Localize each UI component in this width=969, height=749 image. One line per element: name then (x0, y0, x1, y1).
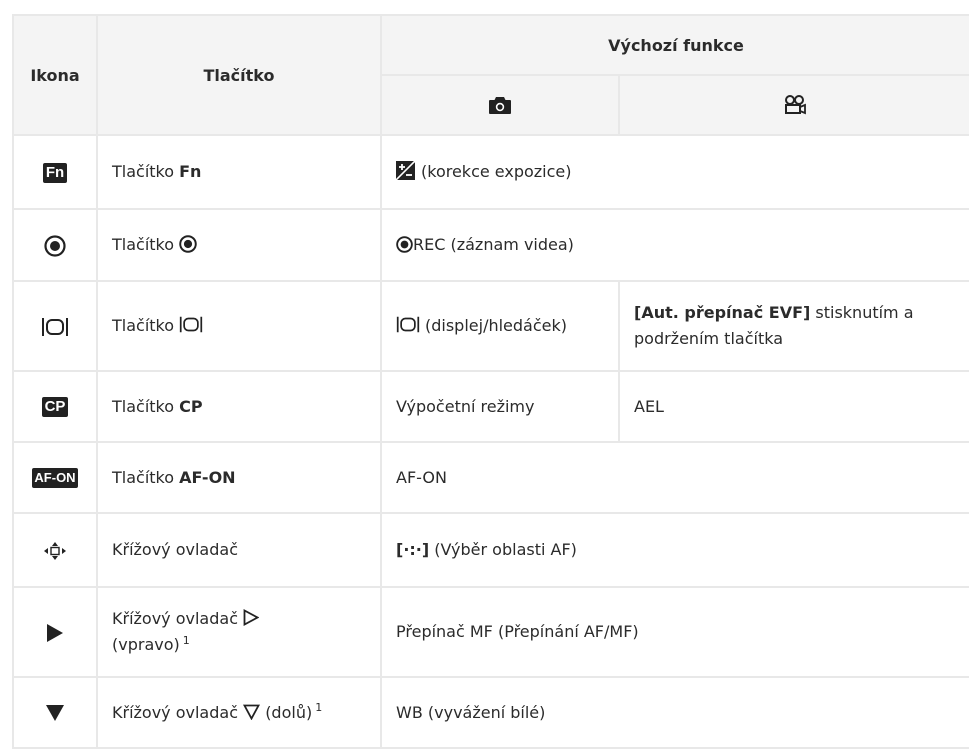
arrow-down-outline-icon (243, 704, 261, 720)
function-text-video-bold: [Aut. přepínač EVF] (634, 303, 811, 322)
button-label-bold: CP (179, 396, 203, 416)
record-icon (179, 235, 197, 253)
header-button: Tlačítko (96, 14, 382, 136)
camera-icon (489, 97, 511, 115)
function-text: (korekce expozice) (421, 162, 572, 181)
header-photo (380, 74, 620, 136)
button-function-table: Ikona Tlačítko Výchozí funkce Fn Tlačítk… (12, 14, 969, 749)
table-row: Tlačítko (displej/hledáček) [Aut. přepín… (12, 280, 969, 372)
function-text: (Výběr oblasti AF) (434, 540, 577, 559)
function-text: AF-ON (396, 467, 447, 487)
button-label: Křížový ovladač (112, 702, 238, 722)
header-video (617, 74, 969, 136)
function-text-photo: Výpočetní režimy (396, 396, 535, 416)
display-toggle-icon (396, 316, 420, 333)
function-text-photo: (displej/hledáček) (425, 316, 567, 335)
table-row: Tlačítko REC (záznam videa) (12, 208, 969, 282)
button-label: Tlačítko (112, 235, 180, 254)
button-label-suffix: (dolů) (265, 702, 313, 722)
movie-camera-icon (785, 95, 806, 115)
display-toggle-icon (42, 317, 68, 336)
exposure-compensation-icon (396, 161, 415, 180)
button-label-line2: (vpravo) (112, 635, 180, 654)
button-label: Křížový ovladač (112, 609, 238, 628)
cp-badge-icon: CP (41, 397, 69, 417)
table-row: CP Tlačítko CP Výpočetní režimy AEL (12, 370, 969, 443)
header-icon: Ikona (12, 14, 98, 136)
button-label: Tlačítko (112, 467, 180, 487)
function-text: REC (záznam videa) (413, 235, 574, 254)
arrow-right-icon (47, 623, 63, 642)
table-row: Křížový ovladač [·:·] (Výběr oblasti AF) (12, 512, 969, 588)
display-toggle-icon (179, 316, 203, 333)
button-label: Tlačítko (112, 162, 180, 181)
record-icon (44, 234, 66, 257)
table-row: Křížový ovladač (dolů) 1 WB (vyvážení bíl… (12, 676, 969, 749)
function-text: Přepínač MF (Přepínání AF/MF) (396, 622, 639, 641)
record-icon (396, 236, 413, 253)
af-on-badge-icon: AF-ON (32, 468, 78, 488)
arrow-right-outline-icon (243, 608, 260, 627)
arrow-down-icon (46, 705, 64, 721)
table-row: Fn Tlačítko Fn (korekce expozice) (12, 134, 969, 210)
button-label-bold: Fn (179, 162, 202, 181)
header-default-function: Výchozí funkce (379, 14, 969, 76)
table-row: Křížový ovladač (vpravo) 1 Přepínač MF (P… (12, 586, 969, 678)
footnote-marker: 1 (315, 701, 323, 715)
af-area-symbol: [·:·] (396, 540, 430, 559)
table-row: AF-ON Tlačítko AF-ON AF-ON (12, 441, 969, 514)
cross-pad-icon (44, 541, 66, 560)
button-label: Tlačítko (112, 396, 180, 416)
button-label: Křížový ovladač (112, 540, 238, 559)
button-label: Tlačítko (112, 316, 180, 335)
footnote-marker: 1 (182, 633, 190, 647)
button-label-bold: AF-ON (179, 467, 236, 487)
function-text-video: AEL (634, 396, 664, 416)
fn-badge-icon: Fn (42, 162, 68, 183)
function-text: WB (vyvážení bílé) (396, 702, 546, 722)
